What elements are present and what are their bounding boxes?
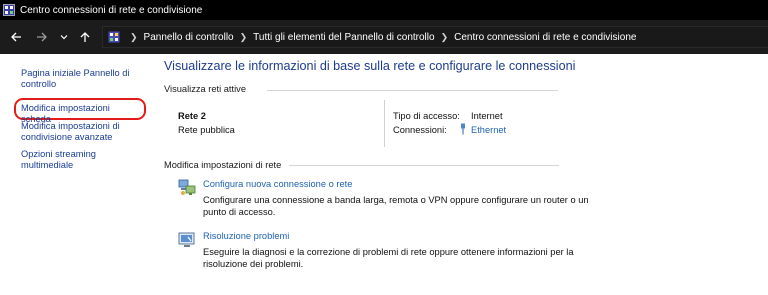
- chevron-down-icon: [60, 35, 68, 40]
- section-divider: [289, 165, 559, 166]
- sidebar-item-media-streaming[interactable]: Opzioni streaming multimediale: [21, 149, 139, 171]
- chevron-right-icon: ❯: [130, 31, 138, 42]
- main-content: Visualizzare le informazioni di base sul…: [150, 54, 768, 295]
- back-button[interactable]: [6, 27, 26, 47]
- troubleshoot-link[interactable]: Risoluzione problemi: [203, 231, 289, 241]
- network-settings-header: Modifica impostazioni di rete: [164, 160, 282, 170]
- access-type-value: Internet: [471, 111, 503, 121]
- breadcrumb-network-center[interactable]: Centro connessioni di rete e condivision…: [454, 32, 636, 43]
- chevron-right-icon[interactable]: ❯: [441, 32, 449, 43]
- access-type-label: Tipo di accesso:: [393, 111, 460, 121]
- ethernet-connection-link[interactable]: Ethernet: [471, 125, 506, 135]
- troubleshoot-description: Eseguire la diagnosi e la correzione di …: [203, 247, 574, 269]
- setup-new-connection-description: Configurare una connessione a banda larg…: [203, 195, 589, 217]
- network-center-icon: [3, 4, 15, 16]
- sidebar-item-control-panel-home[interactable]: Pagina iniziale Pannello di controllo: [21, 68, 139, 90]
- forward-button[interactable]: [32, 27, 52, 47]
- control-panel-icon: [108, 31, 120, 43]
- title-bar: Centro connessioni di rete e condivision…: [0, 0, 768, 20]
- section-divider: [267, 90, 558, 91]
- sidebar: Pagina iniziale Pannello di controllo Mo…: [0, 54, 150, 295]
- sidebar-item-advanced-sharing[interactable]: Modifica impostazioni di condivisione av…: [21, 121, 139, 143]
- network-setup-icon: [178, 179, 196, 195]
- breadcrumb-control-panel[interactable]: Pannello di controllo: [144, 32, 234, 43]
- arrow-left-icon: [11, 32, 21, 42]
- up-button[interactable]: [75, 27, 95, 47]
- breadcrumb-all-items[interactable]: Tutti gli elementi del Pannello di contr…: [253, 32, 434, 43]
- troubleshoot-icon: [178, 232, 195, 247]
- page-title: Visualizzare le informazioni di base sul…: [164, 59, 576, 73]
- chevron-right-icon[interactable]: ❯: [240, 32, 248, 43]
- network-type: Rete pubblica: [178, 125, 235, 135]
- address-bar[interactable]: ❯ Pannello di controllo ❯ Tutti gli elem…: [102, 26, 768, 48]
- arrow-up-icon: [80, 32, 90, 42]
- recent-locations-button[interactable]: [54, 27, 74, 47]
- setup-new-connection-link[interactable]: Configura nuova connessione o rete: [203, 179, 352, 189]
- ethernet-icon: [461, 123, 465, 135]
- connections-label: Connessioni:: [393, 125, 447, 135]
- arrow-right-icon: [37, 32, 47, 42]
- active-networks-header: Visualizza reti attive: [164, 84, 246, 94]
- network-divider: [384, 100, 385, 147]
- window-title: Centro connessioni di rete e condivision…: [20, 4, 203, 16]
- network-name: Rete 2: [178, 111, 206, 121]
